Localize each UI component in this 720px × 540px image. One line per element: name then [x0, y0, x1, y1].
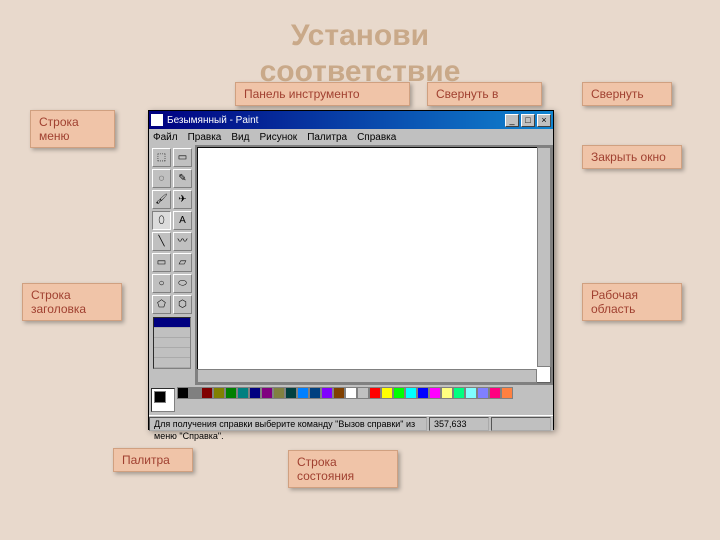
color-swatch[interactable]	[441, 387, 453, 399]
menu-edit[interactable]: Правка	[188, 132, 222, 143]
menu-help[interactable]: Справка	[357, 132, 396, 143]
window-title: Безымянный - Paint	[167, 115, 258, 126]
paint-window: Безымянный - Paint _ □ × Файл Правка Вид…	[148, 110, 554, 430]
titlebar[interactable]: Безымянный - Paint _ □ ×	[149, 111, 553, 129]
menu-view[interactable]: Вид	[231, 132, 249, 143]
menubar: Файл Правка Вид Рисунок Палитра Справка	[149, 129, 553, 145]
color-swatch[interactable]	[465, 387, 477, 399]
scrollbar-horizontal[interactable]	[197, 369, 537, 383]
label-palette[interactable]: Палитра	[113, 448, 193, 472]
color-swatch[interactable]	[417, 387, 429, 399]
tool-button[interactable]: 🖌	[152, 190, 171, 209]
tool-button[interactable]: ▭	[173, 148, 192, 167]
status-hint: Для получения справки выберите команду "…	[149, 417, 427, 431]
tool-button[interactable]: ⬡	[173, 295, 192, 314]
label-close-window[interactable]: Закрыть окно	[582, 145, 682, 169]
label-menu-row[interactable]: Строка меню	[30, 110, 115, 148]
tool-button[interactable]: A	[173, 211, 192, 230]
canvas[interactable]	[197, 147, 551, 383]
status-bar: Для получения справки выберите команду "…	[149, 415, 553, 431]
color-swatch[interactable]	[285, 387, 297, 399]
current-color-indicator[interactable]	[151, 388, 175, 412]
color-swatch[interactable]	[309, 387, 321, 399]
color-swatch[interactable]	[273, 387, 285, 399]
tool-button[interactable]: ▱	[173, 253, 192, 272]
color-swatch[interactable]	[477, 387, 489, 399]
tool-button[interactable]: ⬭	[173, 274, 192, 293]
tool-button[interactable]: 〰	[173, 232, 192, 251]
color-palette-row	[149, 385, 553, 415]
label-work-area[interactable]: Рабочая область	[582, 283, 682, 321]
color-swatch[interactable]	[369, 387, 381, 399]
color-swatch[interactable]	[381, 387, 393, 399]
color-swatch[interactable]	[201, 387, 213, 399]
status-coords: 357,633	[429, 417, 489, 431]
color-swatch[interactable]	[189, 387, 201, 399]
color-swatch[interactable]	[357, 387, 369, 399]
color-swatch[interactable]	[297, 387, 309, 399]
tool-button[interactable]: ✎	[173, 169, 192, 188]
color-swatch[interactable]	[237, 387, 249, 399]
color-swatch[interactable]	[225, 387, 237, 399]
color-swatch[interactable]	[453, 387, 465, 399]
color-palette	[177, 387, 517, 413]
menu-image[interactable]: Рисунок	[259, 132, 297, 143]
color-swatch[interactable]	[213, 387, 225, 399]
color-swatch[interactable]	[501, 387, 513, 399]
toolbox: ⬚▭◌✎🖌✈⬯A╲〰▭▱○⬭⬠⬡	[149, 145, 195, 385]
canvas-area	[195, 145, 553, 385]
tool-button[interactable]: ⬠	[152, 295, 171, 314]
color-swatch[interactable]	[321, 387, 333, 399]
tool-button[interactable]: ○	[152, 274, 171, 293]
paint-app-icon	[151, 114, 163, 126]
tool-button[interactable]: ⬚	[152, 148, 171, 167]
status-empty	[491, 417, 551, 431]
label-toolbar[interactable]: Панель инструменто	[235, 82, 410, 106]
color-swatch[interactable]	[249, 387, 261, 399]
label-maximize[interactable]: Свернуть	[582, 82, 672, 106]
page-title: Установи соответствие	[260, 18, 461, 90]
tool-button[interactable]: ✈	[173, 190, 192, 209]
maximize-button[interactable]: □	[521, 114, 535, 127]
color-swatch[interactable]	[261, 387, 273, 399]
tool-button[interactable]: ◌	[152, 169, 171, 188]
label-title-row[interactable]: Строка заголовка	[22, 283, 122, 321]
color-swatch[interactable]	[393, 387, 405, 399]
color-swatch[interactable]	[333, 387, 345, 399]
color-swatch[interactable]	[429, 387, 441, 399]
label-status-row[interactable]: Строка состояния	[288, 450, 398, 488]
scrollbar-vertical[interactable]	[537, 147, 551, 367]
menu-file[interactable]: Файл	[153, 132, 178, 143]
tool-button[interactable]: ▭	[152, 253, 171, 272]
color-swatch[interactable]	[345, 387, 357, 399]
minimize-button[interactable]: _	[505, 114, 519, 127]
color-swatch[interactable]	[405, 387, 417, 399]
tool-button[interactable]: ⬯	[152, 211, 171, 230]
tool-options[interactable]	[153, 317, 191, 369]
tool-button[interactable]: ╲	[152, 232, 171, 251]
label-minimize-icon[interactable]: Свернуть в	[427, 82, 542, 106]
color-swatch[interactable]	[489, 387, 501, 399]
color-swatch[interactable]	[177, 387, 189, 399]
menu-palette[interactable]: Палитра	[307, 132, 347, 143]
close-button[interactable]: ×	[537, 114, 551, 127]
